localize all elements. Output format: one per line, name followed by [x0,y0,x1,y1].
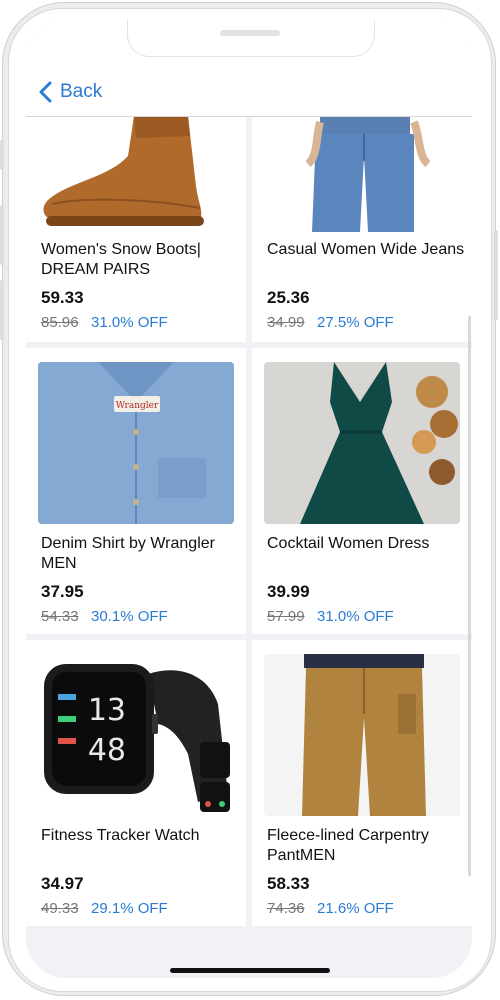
volume-down-button [0,280,4,340]
original-price: 34.99 [267,314,305,331]
product-name: Women's Snow Boots| DREAM PAIRS [41,241,201,278]
original-price: 74.36 [267,900,305,917]
product-name: Casual Women Wide Jeans [267,241,465,258]
product-image-cocktail-dress [264,362,460,524]
discount-label: 29.1% OFF [91,900,168,917]
product-name: Fitness Tracker Watch [41,827,200,844]
product-card[interactable]: Women's Snow Boots| DREAM PAIRS 59.33 85… [26,116,246,342]
product-price: 39.99 [267,582,310,601]
original-price: 54.33 [41,608,79,625]
product-image-jeans [264,116,460,232]
product-name: Denim Shirt by Wrangler MEN [41,535,215,572]
original-price: 57.99 [267,608,305,625]
screen: Back Women's Snow Boots| DREAM PAIRS 59.… [26,20,472,978]
product-name: Fleece-lined Carpentry PantMEN [267,827,429,864]
discount-label: 21.6% OFF [317,900,394,917]
home-indicator[interactable] [170,968,330,973]
scrollbar[interactable] [468,316,471,876]
original-price: 49.33 [41,900,79,917]
brand-tag-text: Wrangler [116,401,159,411]
product-image-denim-shirt: Wrangler [38,362,234,524]
back-label: Back [60,81,103,102]
watch-hours: 13 [88,693,126,728]
discount-label: 27.5% OFF [317,314,394,331]
product-card[interactable]: Casual Women Wide Jeans 25.36 34.99 27.5… [252,116,472,342]
product-price: 25.36 [267,288,310,307]
product-price: 59.33 [41,288,84,307]
watch-minutes: 48 [88,733,126,768]
product-image-fitness-watch: 13 48 [38,654,234,816]
product-image-carpentry-pants [264,654,460,816]
discount-label: 30.1% OFF [91,608,168,625]
discount-label: 31.0% OFF [317,608,394,625]
product-card[interactable]: Cocktail Women Dress 39.99 57.99 31.0% O… [252,348,472,634]
chevron-left-icon [39,81,52,103]
product-price: 37.95 [41,582,84,601]
product-price: 58.33 [267,874,310,893]
back-button[interactable]: Back [38,78,102,106]
power-button [494,230,498,320]
product-card[interactable]: Wrangler Denim Shirt by Wrangler MEN 37.… [26,348,246,634]
notch [127,20,375,57]
product-price: 34.97 [41,874,84,893]
product-name: Cocktail Women Dress [267,535,430,552]
product-card[interactable]: 13 48 Fitness Tracker Watch 34.97 49.33 … [26,640,246,926]
speaker-grille [220,30,280,36]
volume-up-button [0,205,4,265]
product-card[interactable]: Fleece-lined Carpentry PantMEN 58.33 74.… [252,640,472,926]
product-image-snow-boots [38,116,234,232]
discount-label: 31.0% OFF [91,314,168,331]
mute-switch [0,140,4,170]
original-price: 85.96 [41,314,79,331]
